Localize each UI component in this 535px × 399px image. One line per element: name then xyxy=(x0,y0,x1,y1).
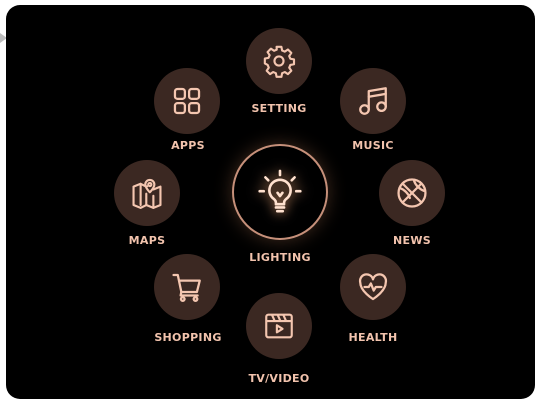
news-button[interactable] xyxy=(379,160,445,226)
apps-button[interactable] xyxy=(154,68,220,134)
health-label: HEALTH xyxy=(348,331,398,344)
news-label: NEWS xyxy=(393,234,431,247)
gear-icon xyxy=(263,45,296,78)
maps-button[interactable] xyxy=(114,160,180,226)
lighting-button[interactable] xyxy=(232,144,328,240)
video-player-icon xyxy=(265,313,293,339)
tv-video-label: TV/VIDEO xyxy=(248,372,310,385)
shopping-cart-icon xyxy=(172,273,201,303)
lighting-label: LIGHTING xyxy=(249,251,311,264)
apps-grid-icon xyxy=(173,87,201,115)
music-note-icon xyxy=(359,87,387,115)
radial-menu-screen: SETTING MUSIC NEWS HEALTH TV/VIDEO SHOPP… xyxy=(6,5,535,399)
music-button[interactable] xyxy=(340,68,406,134)
music-label: MUSIC xyxy=(352,139,394,152)
lightbulb-icon xyxy=(258,169,302,213)
tv-video-button[interactable] xyxy=(246,293,312,359)
basketball-icon xyxy=(397,178,427,208)
setting-label: SETTING xyxy=(251,102,307,115)
shopping-label: SHOPPING xyxy=(154,331,222,344)
health-button[interactable] xyxy=(340,254,406,320)
apps-label: APPS xyxy=(171,139,205,152)
maps-label: MAPS xyxy=(128,234,166,247)
shopping-button[interactable] xyxy=(154,254,220,320)
map-pin-icon xyxy=(132,178,162,209)
setting-button[interactable] xyxy=(246,28,312,94)
heart-pulse-icon xyxy=(358,273,388,301)
